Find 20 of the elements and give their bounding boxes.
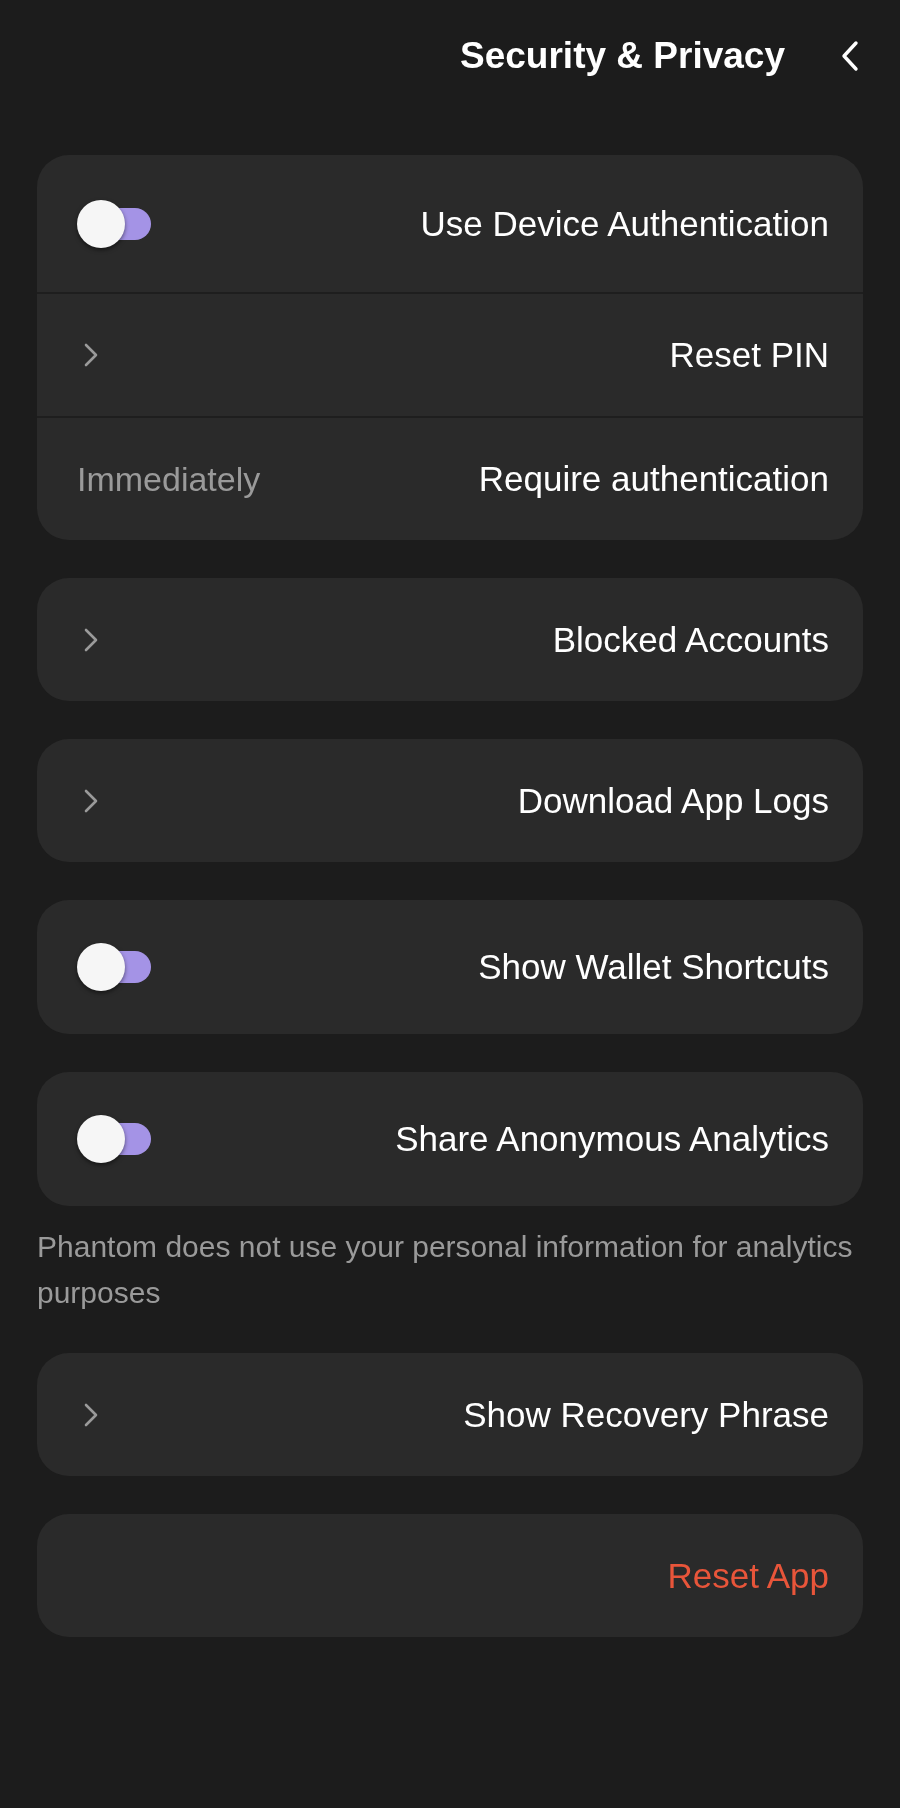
setting-label[interactable]: Show Recovery Phrase: [463, 1394, 829, 1435]
chevron-right-icon: [83, 626, 99, 653]
page-title: Security & Privacy: [460, 35, 785, 77]
chevron-right-icon: [83, 787, 99, 814]
analytics-note: Phantom does not use your personal information for analytics purposes: [37, 1229, 854, 1311]
setting-value: Immediately: [77, 459, 261, 499]
chevron-right-icon: [83, 342, 99, 368]
setting-label: Require authentication: [478, 459, 829, 499]
setting-label: Show Wallet Shortcuts: [478, 947, 829, 987]
setting-label[interactable]: Download App Logs: [517, 780, 829, 821]
reset-app-button[interactable]: Reset App: [667, 1555, 829, 1596]
toggle-switch[interactable]: [77, 199, 151, 248]
setting-label[interactable]: Reset PIN: [669, 335, 829, 375]
chevron-right-icon: [83, 1401, 99, 1428]
back-icon[interactable]: [841, 40, 859, 72]
toggle-switch[interactable]: [77, 1115, 151, 1163]
toggle-switch[interactable]: [77, 943, 151, 991]
setting-label: Share Anonymous Analytics: [395, 1119, 829, 1159]
setting-label: Use Device Authentication: [420, 203, 829, 244]
setting-label[interactable]: Blocked Accounts: [552, 619, 829, 660]
